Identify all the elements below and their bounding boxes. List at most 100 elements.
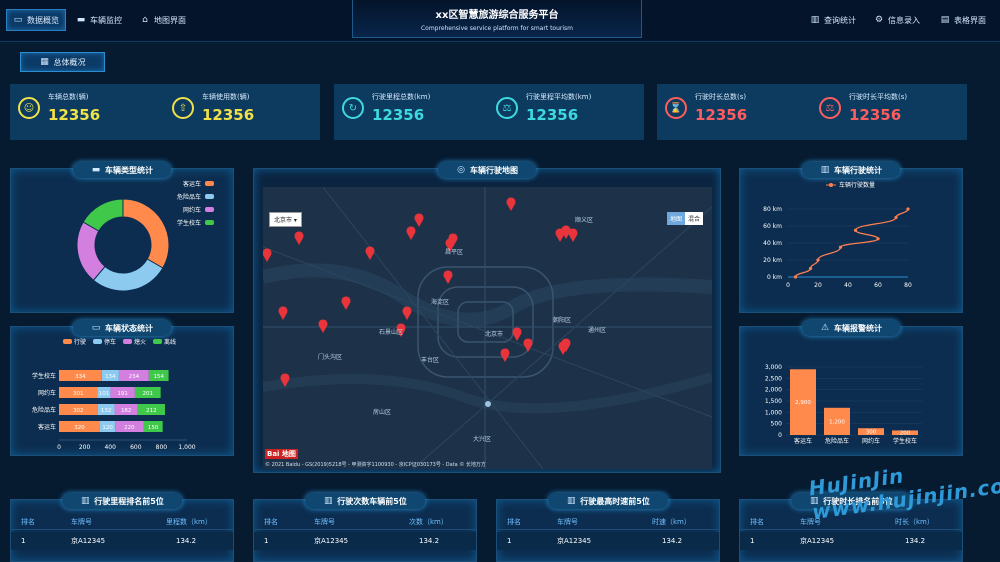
legend-swatch [153,339,162,344]
column-header[interactable]: 时速（km） [652,517,691,527]
table-header: 排名 车牌号 时速（km） [497,514,719,530]
data-label: 220 [124,425,135,431]
car-icon: ▬ [76,15,86,25]
kpi-value: 12356 [526,106,579,124]
map-copyright: © 2021 Baidu - GS(2019)5218号 - 甲测资字11009… [265,462,486,468]
nav-data-overview[interactable]: ▭ 数据概览 [6,9,66,31]
city-select-value: 北京市 [274,217,293,224]
kpi-value: 12356 [372,106,425,124]
map-place-label: 昌平区 [445,249,464,256]
nav-vehicle-monitor[interactable]: ▬ 车辆监控 [70,9,128,31]
map-place-label: 海淀区 [431,299,450,306]
data-label: 191 [117,391,128,397]
x-tick-label: 20 [814,282,822,289]
legend-swatch [93,339,102,344]
column-header[interactable]: 排名 [21,517,35,527]
column-header[interactable]: 时长（km） [895,517,934,527]
kpi-mileage-avg: ⚖ 行驶里程平均数(km) 12356 [496,92,591,124]
tab-overview[interactable]: ▦ 总体概况 [20,52,105,72]
column-header[interactable]: 车牌号 [71,517,92,527]
data-point[interactable] [793,275,798,279]
table-row[interactable]: 1 京A12345 134.2 [254,532,476,550]
data-point[interactable] [906,207,910,211]
y-tick-label: 1,500 [765,398,782,405]
panel-title-text: 行驶里程排名前5位 [94,496,164,506]
line-chart: 车辆行驶数量 0 km 20 km 40 km 60 km 80 km 0 20 40 60 80 [763,181,912,289]
column-header[interactable]: 排名 [750,517,764,527]
data-point[interactable] [808,266,813,271]
map-place-label: 房山区 [373,409,392,416]
x-tick-label: 1,000 [178,444,195,451]
legend-swatch [205,220,214,225]
map-canvas[interactable]: 北京市 ▾ 地图 混合 海淀区 北京市 朝阳区 丰台区 大兴区 通州区 顺义区 门头沟区 房山区… [263,187,712,469]
y-tick-label: 500 [771,421,783,428]
legend-label: 学生校车 [177,219,201,227]
nav-query-stats[interactable]: ▥ 查询统计 [804,9,862,31]
y-tick-label: 40 km [763,240,782,247]
data-point[interactable] [876,237,880,241]
kpi-vehicle-total: ☺ 车辆总数(辆) 12356 [18,92,100,124]
city-select[interactable]: 北京市 ▾ [269,212,302,227]
pie-slice[interactable] [122,198,170,269]
legend-swatch [205,181,214,186]
column-header[interactable]: 车牌号 [314,517,335,527]
kpi-label: 行驶里程总数(km) [372,93,431,101]
data-point[interactable] [894,215,898,220]
data-label: 234 [129,374,140,380]
column-header[interactable]: 排名 [507,517,521,527]
legend-label: 停车 [104,338,116,346]
y-tick-label: 0 [778,432,782,439]
map-roads [263,187,712,469]
y-tick-label: 1,000 [765,409,782,416]
nav-label: 表格界面 [954,15,986,25]
nav-table-view[interactable]: ▤ 表格界面 [934,9,992,31]
upload-icon: ⇧ [172,97,194,119]
category-label: 学生校车 [893,437,917,445]
table-panel: ▥ 行驶里程排名前5位排名 车牌号 里程数（km） 1 京A12345 134.2 [10,493,234,562]
column-header[interactable]: 里程数（km） [166,517,212,527]
y-tick-label: 3,000 [765,364,782,371]
baidu-logo: Bai 地图 [265,449,298,459]
legend-label: 危险品车 [177,193,201,201]
table-row[interactable]: 1 京A12345 134.2 [497,532,719,550]
table-cell: 1 [507,537,512,545]
column-header[interactable]: 次数（km） [409,517,448,527]
category-label: 危险品车 [825,437,849,445]
column-header[interactable]: 排名 [264,517,278,527]
y-tick-label: 60 km [763,223,782,230]
table-cell: 1 [750,537,755,545]
category-label: 客运车 [794,437,812,445]
y-tick-label: 2,000 [765,387,782,394]
pie-slice[interactable] [76,221,106,281]
nav-info-entry[interactable]: ⚙ 信息录入 [868,9,926,31]
data-point[interactable] [816,258,820,262]
data-label: 154 [153,374,164,380]
panel-title: ▥ 行驶最高时速前5位 [548,493,668,509]
table-cell: 134.2 [419,537,440,545]
table-row[interactable]: 1 京A12345 134.2 [11,532,233,550]
x-tick-label: 60 [874,282,882,289]
map-type-hybrid[interactable]: 混合 [684,212,703,225]
pie-slice[interactable] [92,258,164,292]
x-tick-label: 0 [786,282,790,289]
data-point[interactable] [853,228,858,232]
column-header[interactable]: 车牌号 [557,517,578,527]
data-label: 201 [143,391,154,397]
legend-label: 网约车 [183,206,201,214]
data-point[interactable] [838,245,843,249]
panel-title: ▥ 行驶里程排名前5位 [62,493,182,509]
legend-label: 行驶 [74,338,86,346]
nav-map-view[interactable]: ⌂ 地图界面 [134,9,192,31]
panel-title: ◎ 车辆行驶地图 [438,162,536,178]
map-place-label: 通州区 [588,327,607,334]
kpi-label: 车辆使用数(辆) [202,93,250,101]
table-cell: 134.2 [905,537,926,545]
data-label: 300 [866,430,877,436]
x-tick-label: 40 [844,282,852,289]
table-row[interactable]: 1 京A12345 134.2 [740,532,962,550]
y-tick-label: 80 km [763,206,782,213]
map-type-map[interactable]: 地图 [666,212,685,225]
table-cell: 134.2 [662,537,683,545]
kpi-label: 行驶时长平均数(s) [849,93,908,101]
x-tick-label: 80 [904,282,912,289]
